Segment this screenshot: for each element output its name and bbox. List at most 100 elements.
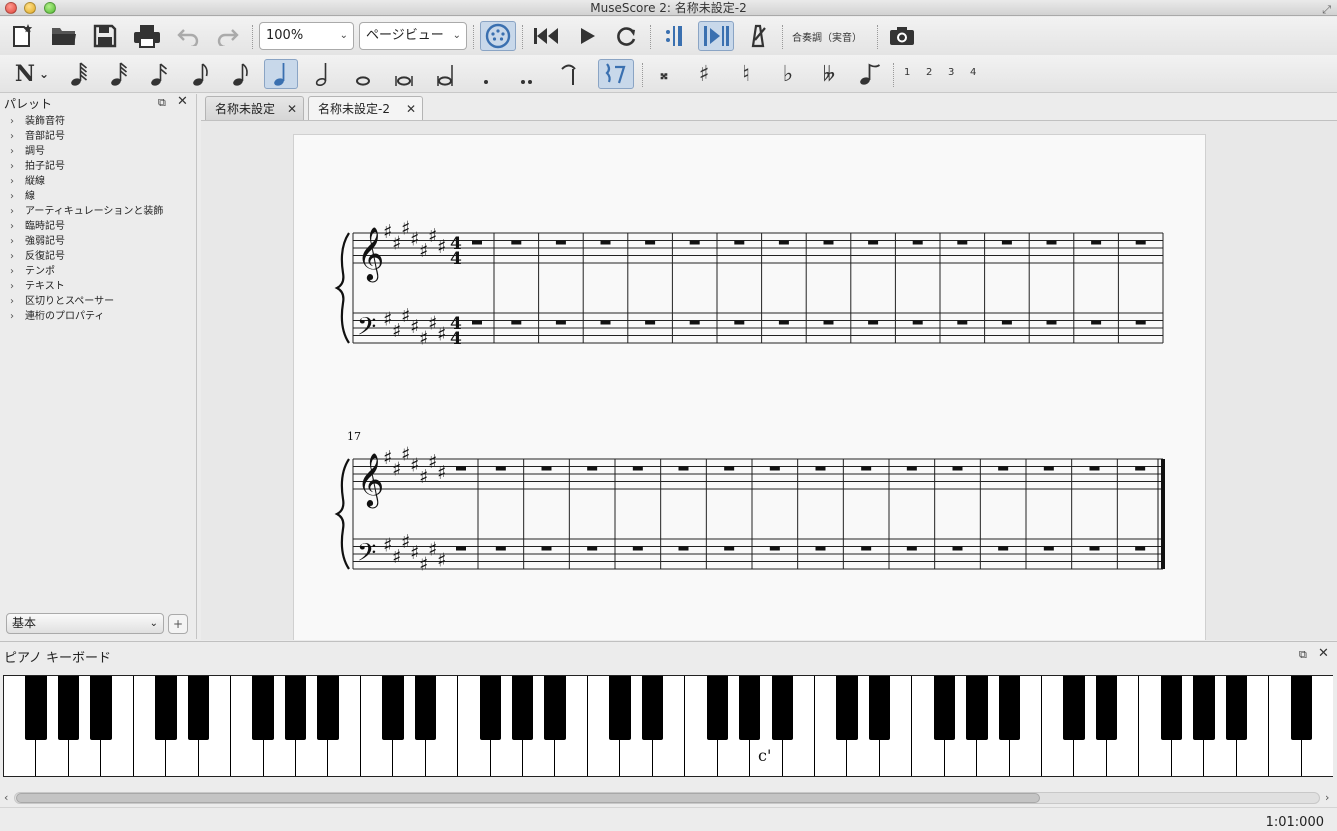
- fullscreen-icon[interactable]: ⤢: [1322, 2, 1331, 18]
- piano-black-key[interactable]: [544, 676, 566, 740]
- scroll-left-icon[interactable]: ‹: [4, 791, 8, 804]
- piano-black-key[interactable]: [933, 676, 956, 740]
- loop-icon[interactable]: [612, 21, 642, 51]
- close-tab-icon[interactable]: ✕: [287, 97, 297, 121]
- add-workspace-button[interactable]: +: [168, 614, 188, 634]
- piano-black-key[interactable]: [771, 676, 793, 740]
- float-panel-icon[interactable]: ⧉: [158, 96, 166, 110]
- palette-item[interactable]: › テキスト: [0, 279, 197, 294]
- score-canvas[interactable]: 𝄞 𝄢 ♯ ♯ ♯ ♯ ♯ ♯ ♯ ♯ ♯ ♯ ♯ ♯ ♯ ♯ 4 4 4 4 𝄞 𝄢 ♯ ♯ ♯ ♯ ♯ ♯ ♯ ♯ ♯ ♯ ♯ ♯ ♯ ♯ 17: [201, 120, 1337, 640]
- open-folder-icon[interactable]: [48, 21, 80, 51]
- piano-black-key[interactable]: [739, 676, 761, 740]
- redo-icon[interactable]: [214, 21, 242, 51]
- close-panel-icon[interactable]: ✕: [177, 94, 188, 109]
- flip-direction-icon[interactable]: [856, 59, 884, 89]
- scroll-thumb[interactable]: [16, 793, 1040, 803]
- piano-black-key[interactable]: [1095, 676, 1118, 740]
- camera-icon[interactable]: [886, 21, 918, 51]
- piano-black-key[interactable]: [641, 676, 664, 740]
- longa-note-icon[interactable]: [432, 59, 460, 89]
- piano-black-key[interactable]: [90, 676, 112, 740]
- view-mode-select[interactable]: ページビュー ⌄: [359, 22, 467, 50]
- palette-item[interactable]: › アーティキュレーションと装飾: [0, 204, 197, 219]
- palette-item[interactable]: › 強弱記号: [0, 234, 197, 249]
- concert-pitch-toggle[interactable]: 合奏調（実音）: [792, 29, 862, 44]
- tie-icon[interactable]: [556, 59, 582, 89]
- tab-score-2[interactable]: 名称未設定-2 ✕: [308, 96, 423, 120]
- piano-black-key[interactable]: [511, 676, 534, 740]
- new-score-icon[interactable]: [8, 21, 38, 51]
- piano-black-key[interactable]: [25, 676, 47, 740]
- palette-item[interactable]: › 線: [0, 189, 197, 204]
- horizontal-scrollbar[interactable]: ‹ ›: [0, 789, 1337, 807]
- voice-1-button[interactable]: 1: [904, 67, 910, 78]
- palette-item[interactable]: › 臨時記号: [0, 219, 197, 234]
- rest-icon[interactable]: [598, 59, 634, 89]
- eighth-note-icon[interactable]: [188, 59, 214, 89]
- palette-item[interactable]: › 装飾音符: [0, 114, 197, 129]
- flat-icon[interactable]: ♭: [776, 59, 800, 89]
- play-icon[interactable]: [572, 21, 602, 51]
- eighth-note-alt-icon[interactable]: [228, 59, 254, 89]
- piano-black-key[interactable]: [998, 676, 1020, 740]
- piano-keyboard[interactable]: [3, 675, 1333, 777]
- natural-icon[interactable]: ♮: [734, 59, 758, 89]
- voice-3-button[interactable]: 3: [948, 67, 954, 78]
- close-window-button[interactable]: [5, 2, 17, 14]
- piano-black-key[interactable]: [284, 676, 307, 740]
- save-icon[interactable]: [90, 21, 120, 51]
- piano-black-key[interactable]: [706, 676, 729, 740]
- double-sharp-icon[interactable]: 𝄪: [652, 59, 676, 89]
- whole-note-icon[interactable]: [350, 59, 376, 89]
- workspace-select[interactable]: 基本 ⌄: [6, 613, 164, 634]
- piano-black-key[interactable]: [1063, 676, 1085, 740]
- repeat-playback-icon[interactable]: [656, 21, 690, 51]
- zoom-window-button[interactable]: [44, 2, 56, 14]
- score-page[interactable]: 𝄞 𝄢 ♯ ♯ ♯ ♯ ♯ ♯ ♯ ♯ ♯ ♯ ♯ ♯ ♯ ♯ 4 4 4 4 𝄞 𝄢 ♯ ♯ ♯ ♯ ♯ ♯ ♯ ♯ ♯ ♯ ♯ ♯ ♯ ♯ 17: [293, 134, 1206, 640]
- minimize-window-button[interactable]: [24, 2, 36, 14]
- pan-score-icon[interactable]: [698, 21, 734, 51]
- piano-black-key[interactable]: [836, 676, 858, 740]
- close-tab-icon[interactable]: ✕: [406, 97, 416, 121]
- palette-item[interactable]: › 縦線: [0, 174, 197, 189]
- piano-black-key[interactable]: [868, 676, 891, 740]
- piano-black-key[interactable]: [1160, 676, 1183, 740]
- palette-item[interactable]: › 調号: [0, 144, 197, 159]
- piano-black-key[interactable]: [317, 676, 339, 740]
- palette-item[interactable]: › テンポ: [0, 264, 197, 279]
- sixty-fourth-note-icon[interactable]: [66, 59, 92, 89]
- piano-black-key[interactable]: [1290, 676, 1312, 740]
- augmentation-dot-icon[interactable]: [474, 59, 498, 89]
- piano-black-key[interactable]: [479, 676, 501, 740]
- piano-black-key[interactable]: [155, 676, 177, 740]
- piano-black-key[interactable]: [414, 676, 437, 740]
- palette-item[interactable]: › 連桁のプロパティ: [0, 309, 197, 324]
- quarter-note-icon[interactable]: [264, 59, 298, 89]
- breve-note-icon[interactable]: [390, 59, 418, 89]
- sixteenth-note-icon[interactable]: [146, 59, 172, 89]
- scroll-right-icon[interactable]: ›: [1325, 791, 1329, 804]
- thirty-second-note-icon[interactable]: [106, 59, 132, 89]
- sharp-icon[interactable]: ♯: [692, 59, 716, 89]
- undo-icon[interactable]: [174, 21, 202, 51]
- voice-4-button[interactable]: 4: [970, 67, 976, 78]
- piano-black-key[interactable]: [252, 676, 274, 740]
- tab-score-1[interactable]: 名称未設定 ✕: [205, 96, 304, 120]
- zoom-select[interactable]: 100% ⌄: [259, 22, 354, 50]
- piano-black-key[interactable]: [382, 676, 404, 740]
- piano-black-key[interactable]: [57, 676, 80, 740]
- piano-black-key[interactable]: [966, 676, 988, 740]
- double-flat-icon[interactable]: 𝄫: [814, 59, 844, 89]
- piano-black-key[interactable]: [187, 676, 209, 740]
- piano-black-key[interactable]: [609, 676, 631, 740]
- half-note-icon[interactable]: [310, 59, 336, 89]
- note-input-mode-icon[interactable]: N ⌄: [10, 59, 54, 89]
- piano-black-key[interactable]: [1225, 676, 1248, 740]
- piano-black-key[interactable]: [1193, 676, 1215, 740]
- rewind-icon[interactable]: [530, 21, 562, 51]
- palette-item[interactable]: › 音部記号: [0, 129, 197, 144]
- close-panel-icon[interactable]: ✕: [1318, 646, 1329, 661]
- palette-item[interactable]: › 区切りとスペーサー: [0, 294, 197, 309]
- float-panel-icon[interactable]: ⧉: [1299, 648, 1307, 662]
- voice-2-button[interactable]: 2: [926, 67, 932, 78]
